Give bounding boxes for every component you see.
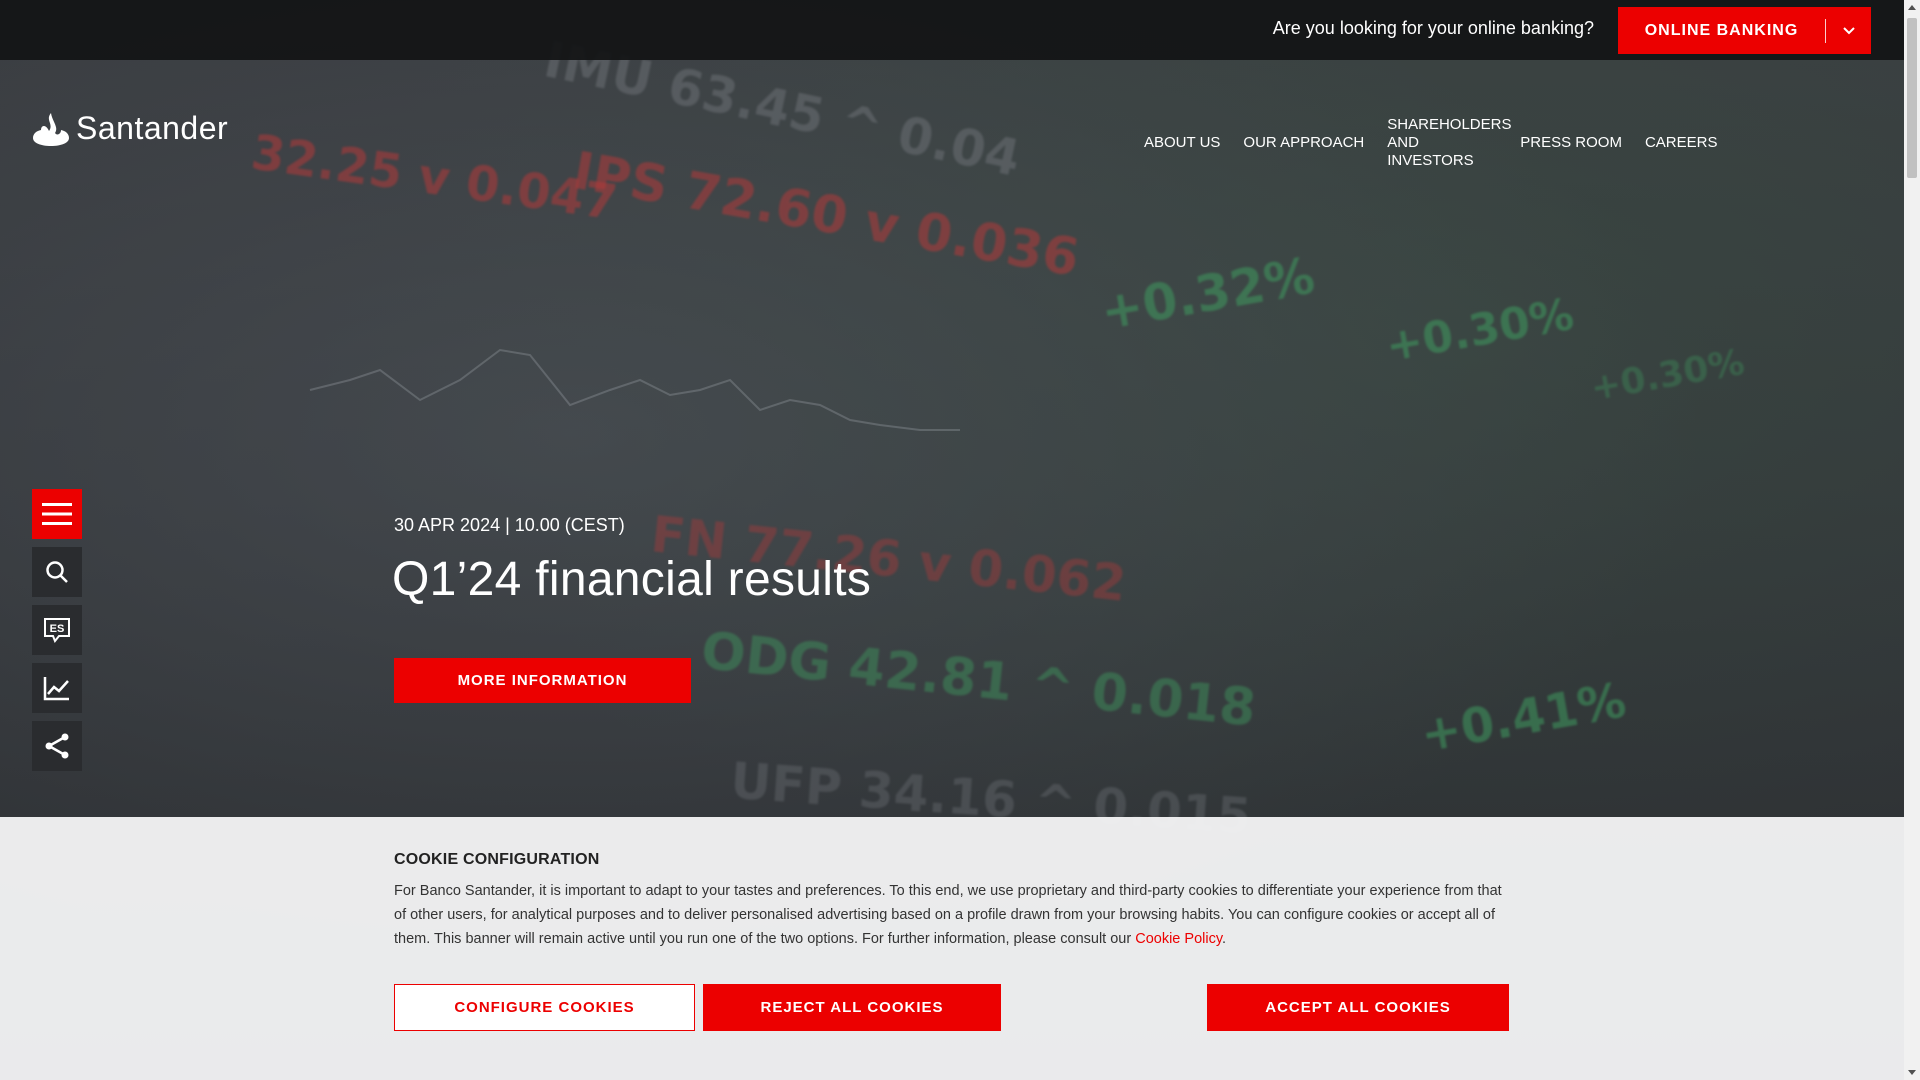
nav-shareholders-investors[interactable]: SHAREHOLDERS AND INVESTORS	[1387, 116, 1511, 170]
online-banking-button[interactable]: ONLINE BANKING	[1618, 7, 1871, 54]
event-date: 30 APR 2024 | 10.00 (CEST)	[394, 515, 625, 535]
accept-all-cookies-button[interactable]: ACCEPT ALL COOKIES	[1207, 984, 1509, 1031]
share-button[interactable]	[32, 721, 82, 771]
scroll-up-icon[interactable]	[1908, 5, 1916, 10]
language-button[interactable]: ES	[32, 605, 82, 655]
language-code: ES	[50, 623, 65, 635]
brand-name: Santander	[76, 110, 229, 146]
online-banking-prompt: Are you looking for your online banking?	[1272, 18, 1594, 38]
chart-icon	[43, 677, 69, 701]
page-scrollbar[interactable]	[1904, 0, 1920, 1080]
hero-title: Q1’24 financial results	[392, 553, 872, 606]
top-bar: Are you looking for your online banking?…	[0, 0, 1904, 60]
online-banking-label: ONLINE BANKING	[1644, 21, 1799, 39]
scroll-down-icon[interactable]	[1908, 1070, 1916, 1075]
nav-our-approach[interactable]: OUR APPROACH	[1243, 134, 1364, 152]
cookie-banner: COOKIE CONFIGURATION For Banco Santander…	[0, 817, 1904, 1080]
flame-logo-icon	[33, 112, 69, 146]
scroll-thumb[interactable]	[1907, 18, 1917, 178]
share-icon	[45, 733, 69, 759]
chevron-down-icon[interactable]	[1826, 7, 1871, 54]
side-toolbar: ES	[32, 489, 82, 771]
reject-all-cookies-button[interactable]: REJECT ALL COOKIES	[703, 984, 1001, 1031]
nav-press-room[interactable]: PRESS ROOM	[1520, 134, 1622, 152]
cookie-banner-title: COOKIE CONFIGURATION	[394, 851, 600, 868]
search-button[interactable]	[32, 547, 82, 597]
nav-about-us[interactable]: ABOUT US	[1144, 134, 1220, 152]
share-price-button[interactable]	[32, 663, 82, 713]
configure-cookies-button[interactable]: CONFIGURE COOKIES	[394, 984, 695, 1031]
cookie-banner-text: For Banco Santander, it is important to …	[394, 879, 1514, 951]
cookie-text-body: For Banco Santander, it is important to …	[394, 883, 1502, 947]
menu-icon	[42, 503, 72, 525]
cookie-policy-link[interactable]: Cookie Policy	[1135, 931, 1222, 947]
nav-careers[interactable]: CAREERS	[1645, 134, 1718, 152]
menu-button[interactable]	[32, 489, 82, 539]
language-es-icon: ES	[44, 618, 70, 643]
search-icon	[46, 561, 68, 583]
more-information-button[interactable]: MORE INFORMATION	[394, 658, 691, 703]
cookie-text-end: .	[1222, 931, 1227, 947]
main-nav: ABOUT US OUR APPROACH SHAREHOLDERS AND I…	[1144, 116, 1717, 170]
santander-logo[interactable]: Santander	[32, 110, 228, 147]
